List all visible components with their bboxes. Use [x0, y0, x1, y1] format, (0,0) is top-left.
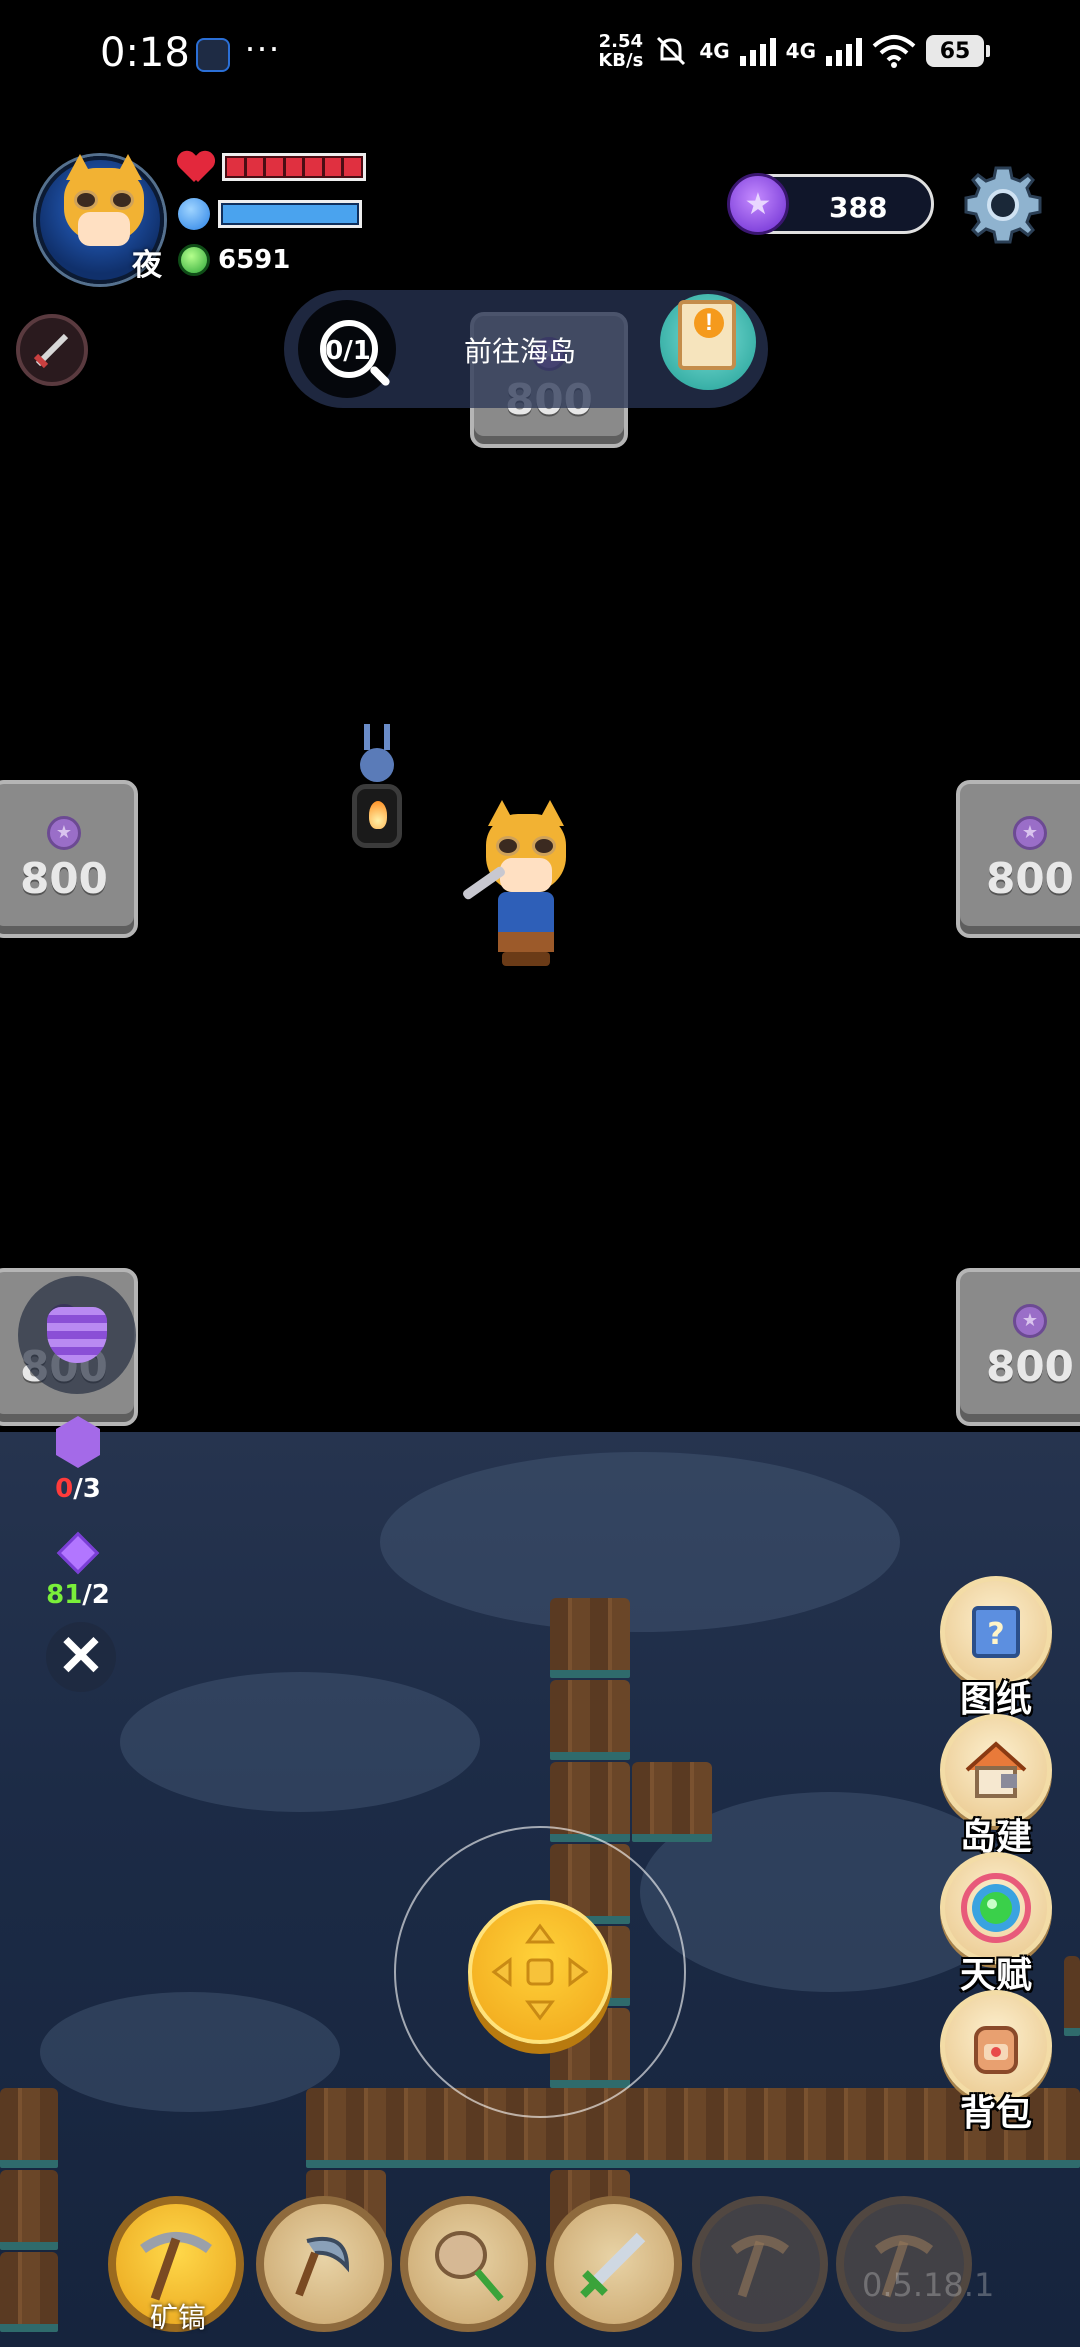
health-row: [178, 150, 366, 184]
signal-label-2: 4G: [785, 39, 816, 63]
purple-heart-icon: [47, 1307, 107, 1363]
purple-star-coin-icon: ★: [1013, 1303, 1047, 1338]
sword-icon: [580, 2232, 646, 2298]
locked-tool-slot-1[interactable]: [692, 2196, 828, 2332]
locked-tool-slot-2[interactable]: [836, 2196, 972, 2332]
purchase-tile-lower-right[interactable]: ★ 800: [956, 1268, 1080, 1426]
app-notification-icon: [196, 38, 230, 72]
player-character: [456, 796, 596, 976]
quest-search-button[interactable]: 0/1: [298, 300, 396, 398]
purchase-tile-right[interactable]: ★ 800: [956, 780, 1080, 938]
island-build-button[interactable]: 岛建: [938, 1714, 1054, 1860]
svg-text:?: ?: [987, 1617, 1004, 1652]
locked-tool-icon: [730, 2235, 790, 2298]
buff-status-icon[interactable]: [16, 314, 88, 386]
close-icon[interactable]: ✕: [46, 1622, 116, 1692]
status-time: 0:18: [100, 30, 190, 76]
green-gem-icon: [178, 244, 210, 276]
signal-bars-1-icon: [739, 36, 776, 66]
flame-icon: [369, 801, 387, 829]
status-bar: 0:18 ··· 2.54 KB/s 4G 4G 65: [0, 0, 1080, 110]
quest-progress: 0/1: [325, 336, 371, 366]
blueprint-button[interactable]: ? 图纸: [938, 1576, 1054, 1722]
purple-gem-icon: [56, 1531, 100, 1575]
sickle-tool-slot[interactable]: [256, 2196, 392, 2332]
alert-icon: !: [694, 308, 724, 338]
signal-bars-2-icon: [826, 36, 862, 66]
dpad-arrows-icon: [491, 1923, 589, 2021]
health-bar: [222, 153, 366, 181]
backpack-label: 背包: [959, 2093, 1032, 2134]
more-icon: ···: [244, 26, 280, 67]
purple-star-coin-icon: ★: [47, 815, 81, 850]
talent-button[interactable]: 天赋: [938, 1852, 1054, 1998]
signal-label-1: 4G: [699, 39, 730, 63]
active-tool-label: 矿镐: [149, 2301, 206, 2334]
cat-portrait-icon: [64, 154, 144, 246]
gem-counter[interactable]: 81/2: [28, 1530, 128, 1610]
status-indicators: 2.54 KB/s 4G 4G 65: [598, 32, 990, 70]
coin-count: 6591: [218, 245, 291, 275]
gem-count: 81/2: [46, 1580, 110, 1610]
purple-star-coin-icon: ★: [1013, 815, 1047, 850]
heart-buff-circle: [18, 1276, 136, 1394]
game-version: 0.5.18.1: [862, 2266, 995, 2304]
sword-tool-slot[interactable]: [546, 2196, 682, 2332]
purchase-tile-left[interactable]: ★ 800: [0, 780, 138, 938]
crystal-count: 0/3: [55, 1474, 101, 1504]
tile-price: 800: [986, 853, 1074, 903]
net-icon: [435, 2231, 504, 2302]
wifi-icon: [872, 35, 916, 68]
tile-price: 800: [20, 853, 108, 903]
network-speed-value: 2.54: [598, 31, 644, 52]
sword-buff-icon: [33, 333, 69, 369]
lantern-pet: [346, 724, 408, 864]
coins-row: 6591: [178, 244, 290, 276]
mute-bell-icon: [657, 36, 686, 66]
backpack-button[interactable]: 背包: [938, 1990, 1054, 2136]
joystick-knob[interactable]: [468, 1900, 612, 2044]
purple-star-coin-icon: ★: [727, 173, 789, 235]
mana-orb-icon: [178, 198, 210, 230]
player-name: 夜: [132, 249, 162, 282]
premium-currency-value: 388: [829, 191, 888, 224]
mana-row: [178, 198, 362, 230]
mana-bar: [218, 200, 362, 228]
heart-buff[interactable]: [18, 1276, 136, 1394]
crystal-counter[interactable]: 0/3: [28, 1416, 128, 1504]
quest-tracker[interactable]: 0/1 前往海岛 !: [284, 290, 768, 408]
purple-crystal-icon: [56, 1416, 100, 1468]
sickle-icon: [295, 2236, 350, 2297]
network-speed-unit: KB/s: [598, 50, 644, 71]
premium-currency[interactable]: ★ 388: [727, 173, 934, 235]
player-avatar[interactable]: 夜: [36, 136, 164, 284]
net-tool-slot[interactable]: [400, 2196, 536, 2332]
settings-gear-icon[interactable]: [962, 164, 1044, 246]
quest-log-button[interactable]: !: [660, 294, 756, 390]
tile-price: 800: [986, 1341, 1074, 1391]
battery-indicator: 65: [926, 35, 990, 67]
network-speed: 2.54 KB/s: [598, 32, 643, 70]
quest-objective: 前往海岛: [464, 335, 577, 368]
heart-icon: [178, 150, 214, 184]
